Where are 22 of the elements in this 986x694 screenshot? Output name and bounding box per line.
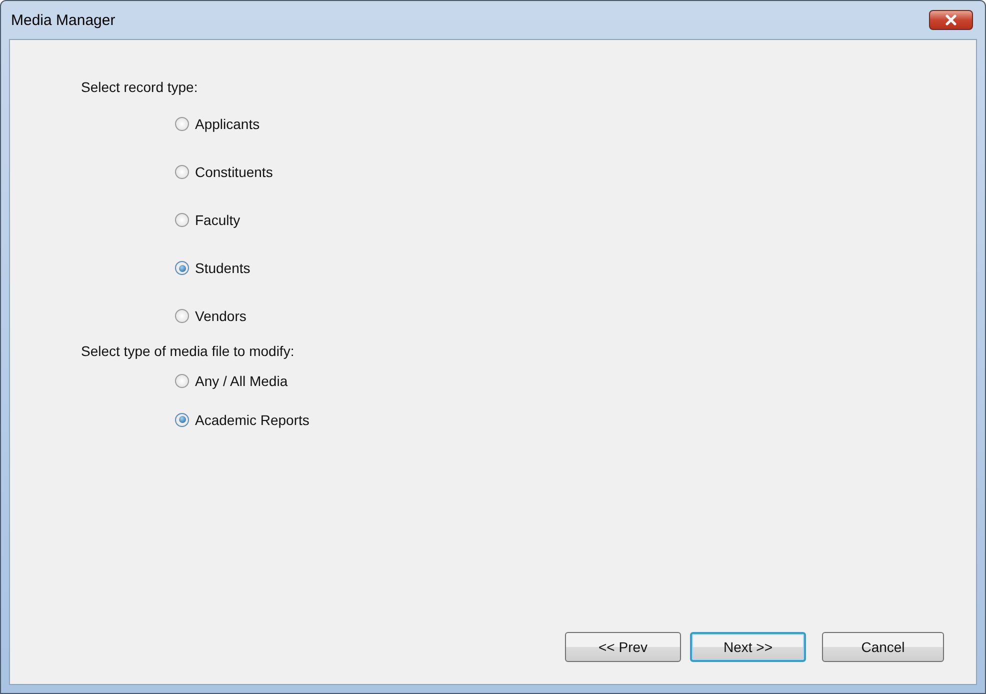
radio-button[interactable] — [175, 165, 189, 179]
dialog-button[interactable]: Next >> — [690, 632, 806, 662]
close-icon — [944, 14, 958, 26]
radio-label[interactable]: Vendors — [195, 308, 246, 324]
radio-button[interactable] — [175, 412, 189, 426]
radio-button[interactable] — [175, 117, 189, 131]
window-title: Media Manager — [11, 12, 116, 28]
radio-label[interactable]: Academic Reports — [195, 412, 310, 428]
radio-label[interactable]: Faculty — [195, 212, 240, 228]
radio-button[interactable] — [175, 374, 189, 388]
radio-button[interactable] — [175, 309, 189, 323]
section-label: Select type of media file to modify: — [81, 343, 296, 359]
radio-label[interactable]: Constituents — [195, 164, 273, 180]
radio-button[interactable] — [175, 261, 189, 275]
radio-button[interactable] — [175, 213, 189, 227]
radio-label[interactable]: Applicants — [195, 116, 260, 132]
close-button[interactable] — [929, 10, 973, 30]
dialog-button[interactable]: Cancel — [822, 632, 944, 662]
section-label: Select record type: — [81, 79, 199, 95]
radio-label[interactable]: Any / All Media — [195, 372, 288, 388]
radio-label[interactable]: Students — [195, 260, 250, 276]
dialog-button[interactable]: << Prev — [565, 632, 681, 662]
